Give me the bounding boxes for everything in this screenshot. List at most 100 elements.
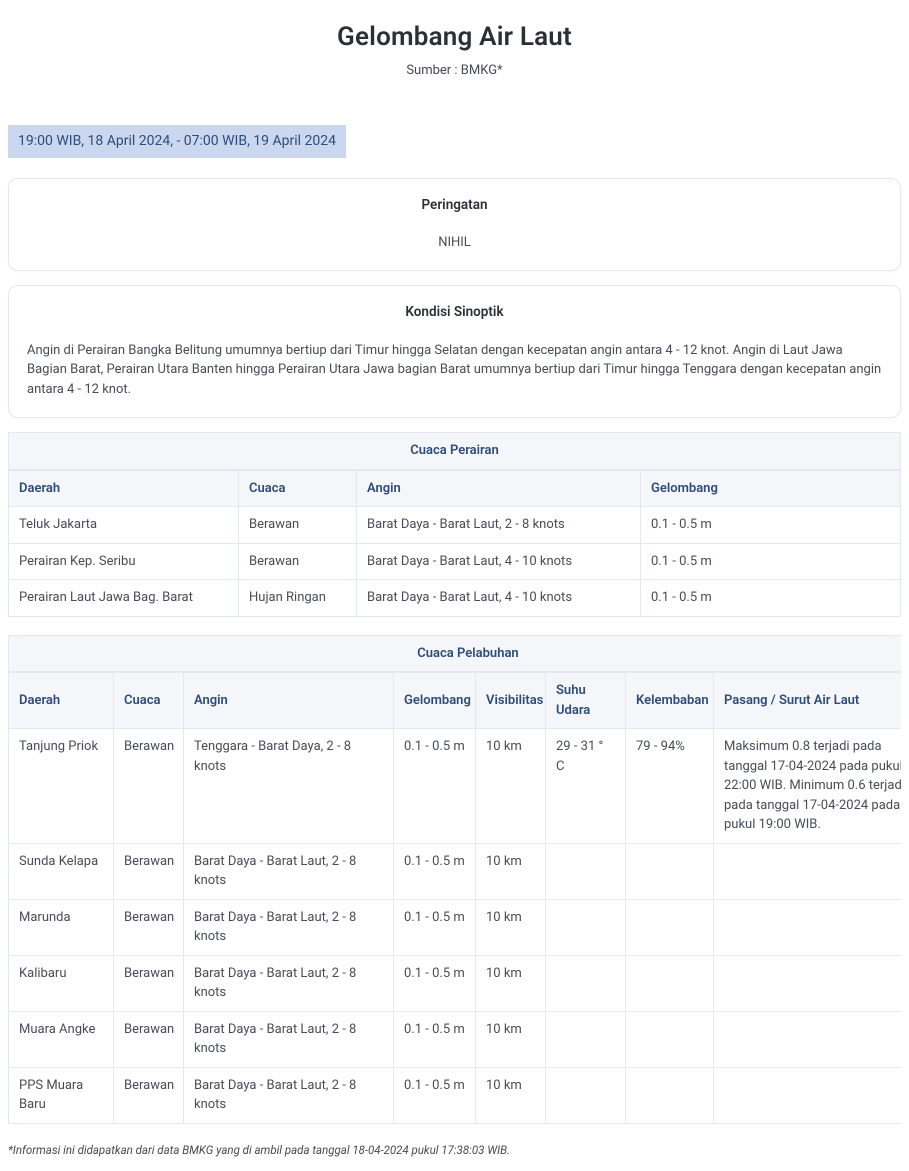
table-cell — [546, 843, 626, 899]
table-cell: 10 km — [476, 729, 546, 844]
perairan-table-body: Teluk JakartaBerawanBarat Daya - Barat L… — [9, 507, 901, 617]
table-row: Tanjung PriokBerawanTenggara - Barat Day… — [9, 729, 902, 844]
table-cell — [714, 1067, 902, 1123]
table-cell — [626, 899, 714, 955]
table-row: MarundaBerawanBarat Daya - Barat Laut, 2… — [9, 899, 902, 955]
table-cell: Barat Daya - Barat Laut, 2 - 8 knots — [184, 1067, 394, 1123]
table-cell: 10 km — [476, 899, 546, 955]
table-cell: 10 km — [476, 1011, 546, 1067]
table-cell: Marunda — [9, 899, 114, 955]
table-cell: 0.1 - 0.5 m — [394, 899, 476, 955]
table-row: PPS Muara BaruBerawanBarat Daya - Barat … — [9, 1067, 902, 1123]
perairan-column-header: Cuaca — [239, 470, 357, 507]
table-cell — [546, 955, 626, 1011]
footnote: *Informasi ini didapatkan dari data BMKG… — [8, 1142, 901, 1159]
pelabuhan-table-head: DaerahCuacaAnginGelombangVisibilitasSuhu… — [9, 673, 902, 729]
table-cell: Berawan — [239, 507, 357, 544]
synoptic-card-body: Angin di Perairan Bangka Belitung umumny… — [27, 341, 882, 400]
table-cell: 10 km — [476, 1067, 546, 1123]
warning-card-body: NIHIL — [27, 233, 882, 253]
table-cell: Maksimum 0.8 terjadi pada tanggal 17-04-… — [714, 729, 902, 844]
table-cell: Barat Daya - Barat Laut, 2 - 8 knots — [184, 1011, 394, 1067]
perairan-table-wrap[interactable]: Cuaca Perairan DaerahCuacaAnginGelombang… — [8, 432, 901, 617]
table-cell: Hujan Ringan — [239, 580, 357, 617]
table-cell — [546, 1067, 626, 1123]
table-row: KalibaruBerawanBarat Daya - Barat Laut, … — [9, 955, 902, 1011]
pelabuhan-column-header: Visibilitas — [476, 673, 546, 729]
table-cell: 0.1 - 0.5 m — [394, 843, 476, 899]
table-row: Perairan Kep. SeribuBerawanBarat Daya - … — [9, 543, 901, 580]
pelabuhan-column-header: Gelombang — [394, 673, 476, 729]
warning-card-title: Peringatan — [27, 195, 882, 215]
perairan-table-head: DaerahCuacaAnginGelombang — [9, 470, 901, 507]
table-cell: Berawan — [114, 843, 184, 899]
table-cell: Berawan — [114, 899, 184, 955]
perairan-table: Cuaca Perairan DaerahCuacaAnginGelombang… — [8, 432, 901, 617]
table-cell — [626, 843, 714, 899]
table-cell: 10 km — [476, 843, 546, 899]
table-cell: Berawan — [239, 543, 357, 580]
pelabuhan-column-header: Daerah — [9, 673, 114, 729]
table-cell: Barat Daya - Barat Laut, 4 - 10 knots — [357, 543, 641, 580]
table-row: Perairan Laut Jawa Bag. BaratHujan Ringa… — [9, 580, 901, 617]
table-cell: Barat Daya - Barat Laut, 2 - 8 knots — [184, 955, 394, 1011]
table-row: Teluk JakartaBerawanBarat Daya - Barat L… — [9, 507, 901, 544]
table-cell: 79 - 94% — [626, 729, 714, 844]
table-cell: Barat Daya - Barat Laut, 2 - 8 knots — [184, 899, 394, 955]
table-cell — [626, 1011, 714, 1067]
table-cell: Berawan — [114, 1011, 184, 1067]
table-cell — [546, 1011, 626, 1067]
table-cell — [714, 955, 902, 1011]
table-cell: 29 - 31 ° C — [546, 729, 626, 844]
table-cell: Berawan — [114, 1067, 184, 1123]
pelabuhan-column-header: Kelembaban — [626, 673, 714, 729]
table-cell: 0.1 - 0.5 m — [394, 1067, 476, 1123]
table-row: Muara AngkeBerawanBarat Daya - Barat Lau… — [9, 1011, 902, 1067]
table-cell: 0.1 - 0.5 m — [641, 580, 901, 617]
table-cell: Perairan Kep. Seribu — [9, 543, 239, 580]
table-cell: Tanjung Priok — [9, 729, 114, 844]
time-range-chip: 19:00 WIB, 18 April 2024, - 07:00 WIB, 1… — [8, 125, 346, 158]
table-cell: Teluk Jakarta — [9, 507, 239, 544]
table-cell: 0.1 - 0.5 m — [641, 543, 901, 580]
table-cell — [714, 843, 902, 899]
table-cell: Tenggara - Barat Daya, 2 - 8 knots — [184, 729, 394, 844]
table-cell: 10 km — [476, 955, 546, 1011]
pelabuhan-table-title: Cuaca Pelabuhan — [8, 635, 901, 673]
perairan-table-title: Cuaca Perairan — [8, 432, 901, 470]
table-cell: Barat Daya - Barat Laut, 2 - 8 knots — [357, 507, 641, 544]
pelabuhan-column-header: Angin — [184, 673, 394, 729]
table-cell — [626, 955, 714, 1011]
table-row: Sunda KelapaBerawanBarat Daya - Barat La… — [9, 843, 902, 899]
table-cell: 0.1 - 0.5 m — [394, 955, 476, 1011]
table-cell: Berawan — [114, 955, 184, 1011]
perairan-column-header: Angin — [357, 470, 641, 507]
table-cell: Kalibaru — [9, 955, 114, 1011]
table-cell — [714, 1011, 902, 1067]
page-title: Gelombang Air Laut — [8, 18, 901, 57]
pelabuhan-table-wrap[interactable]: Cuaca Pelabuhan DaerahCuacaAnginGelomban… — [8, 635, 901, 1124]
table-cell: Barat Daya - Barat Laut, 2 - 8 knots — [184, 843, 394, 899]
table-cell: Sunda Kelapa — [9, 843, 114, 899]
perairan-column-header: Daerah — [9, 470, 239, 507]
table-cell: 0.1 - 0.5 m — [641, 507, 901, 544]
pelabuhan-table: Cuaca Pelabuhan DaerahCuacaAnginGelomban… — [8, 635, 901, 1124]
warning-card: Peringatan NIHIL — [8, 178, 901, 272]
table-cell: PPS Muara Baru — [9, 1067, 114, 1123]
synoptic-card-title: Kondisi Sinoptik — [27, 302, 882, 322]
table-cell: 0.1 - 0.5 m — [394, 1011, 476, 1067]
table-cell: Berawan — [114, 729, 184, 844]
table-cell: Barat Daya - Barat Laut, 4 - 10 knots — [357, 580, 641, 617]
table-cell — [714, 899, 902, 955]
table-cell: Perairan Laut Jawa Bag. Barat — [9, 580, 239, 617]
pelabuhan-column-header: Suhu Udara — [546, 673, 626, 729]
perairan-column-header: Gelombang — [641, 470, 901, 507]
table-cell: 0.1 - 0.5 m — [394, 729, 476, 844]
table-cell — [626, 1067, 714, 1123]
table-cell — [546, 899, 626, 955]
table-cell: Muara Angke — [9, 1011, 114, 1067]
page-subtitle: Sumber : BMKG* — [8, 61, 901, 81]
synoptic-card: Kondisi Sinoptik Angin di Perairan Bangk… — [8, 285, 901, 418]
pelabuhan-column-header: Cuaca — [114, 673, 184, 729]
pelabuhan-column-header: Pasang / Surut Air Laut — [714, 673, 902, 729]
